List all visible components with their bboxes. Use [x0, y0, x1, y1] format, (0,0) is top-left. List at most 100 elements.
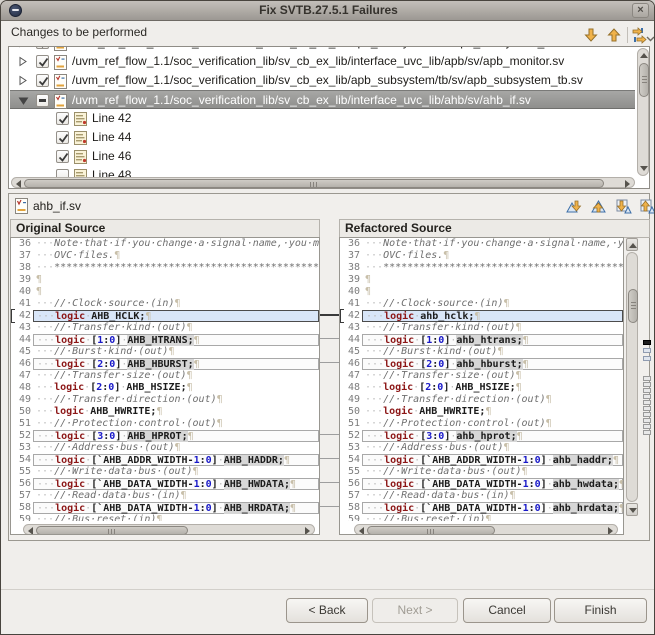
- dropdown-chevron-icon: [646, 36, 654, 42]
- move-up-icon: [607, 28, 621, 42]
- tree-row-line[interactable]: Line 44: [10, 128, 635, 147]
- code-line: 47 ···//·Transfer·size·(out)¶: [11, 370, 319, 382]
- overview-diff-mark[interactable]: [643, 430, 651, 435]
- checkbox-off[interactable]: [56, 169, 69, 177]
- code-line: 49 ···//·Transfer·direction·(out)¶: [340, 394, 623, 406]
- tree-row-file[interactable]: /uvm_ref_flow_1.1/soc_verification_lib/s…: [10, 90, 635, 109]
- tree-row-label: Line 42: [92, 111, 132, 125]
- tree-row-file[interactable]: /uvm_ref_flow_1.1/soc_verification_lib/s…: [10, 71, 635, 90]
- code-line: 48 ···logic·[2:0]·AHB_HSIZE;¶: [340, 382, 623, 394]
- line-number: 41: [18, 298, 31, 309]
- code-line: 46 ···logic·[2:0]·ahb_hburst;¶: [340, 358, 623, 370]
- line-number: 37: [18, 250, 31, 261]
- tree-row-label: Line 48: [92, 168, 132, 177]
- copy-previous-change-button[interactable]: [639, 198, 654, 216]
- compare-vscrollbar[interactable]: [625, 238, 639, 516]
- expander-collapsed-icon[interactable]: [18, 47, 28, 48]
- tree-row-line[interactable]: Line 48: [10, 166, 635, 177]
- original-source-header: Original Source: [10, 219, 320, 238]
- overview-diff-mark[interactable]: [643, 348, 651, 353]
- line-number: 52: [18, 430, 31, 441]
- move-down-icon: [584, 28, 598, 42]
- scroll-right-icon[interactable]: [625, 179, 630, 188]
- overview-diff-mark[interactable]: [643, 394, 651, 399]
- titlebar[interactable]: Fix SVTB.27.5.1 Failures ×: [1, 1, 654, 21]
- next-difference-button[interactable]: [565, 198, 583, 216]
- code-line: 55 ···//·Write·data·bus·(out)¶: [11, 466, 319, 478]
- overview-diff-mark[interactable]: [643, 406, 651, 411]
- previous-difference-button[interactable]: [590, 198, 608, 216]
- move-up-button[interactable]: [605, 26, 623, 44]
- code-line: 52 ···logic·[3:0]·ahb_hprot;¶: [340, 430, 623, 442]
- overview-diff-mark[interactable]: [643, 412, 651, 417]
- code-line: 43 ···//·Transfer·kind·(out)¶: [340, 322, 623, 334]
- scroll-up-button[interactable]: [626, 238, 638, 251]
- line-number: 46: [347, 358, 360, 369]
- code-line: 50 ···logic·AHB_HWRITE;¶: [11, 406, 319, 418]
- overview-diff-mark[interactable]: [643, 388, 651, 393]
- overview-diff-mark[interactable]: [643, 424, 651, 429]
- code-line: 41 ···//·Clock·source·(in)¶: [11, 298, 319, 310]
- code-line: 57 ···//·Read·data·bus·(in)¶: [340, 490, 623, 502]
- scroll-left-icon[interactable]: [16, 179, 21, 188]
- scroll-up-icon[interactable]: [639, 53, 648, 58]
- original-hscrollbar[interactable]: [23, 524, 315, 534]
- overview-diff-mark[interactable]: [643, 376, 651, 381]
- move-down-button[interactable]: [582, 26, 600, 44]
- copy-next-change-icon: [616, 199, 632, 214]
- checkbox-on[interactable]: [36, 55, 49, 68]
- overview-diff-mark[interactable]: [643, 382, 651, 387]
- changes-tree[interactable]: /uvm_ref_flow_1.1/soc_verification_lib/s…: [10, 47, 635, 177]
- tree-row-line[interactable]: Line 46: [10, 147, 635, 166]
- overview-diff-mark[interactable]: [643, 340, 651, 345]
- compare-panel: ahb_if.sv Original Source Refactored Sou…: [8, 193, 654, 541]
- original-source-pane[interactable]: 36 ···Note·that·if·you·change·a·signal·na…: [10, 237, 320, 535]
- tree-row-file[interactable]: /uvm_ref_flow_1.1/soc_verification_lib/s…: [10, 52, 635, 71]
- line-number: 40: [347, 286, 360, 297]
- tree-row-label: Line 44: [92, 130, 132, 144]
- checkbox-on[interactable]: [56, 150, 69, 163]
- refactored-hscrollbar[interactable]: [354, 524, 618, 534]
- tree-row-line[interactable]: Line 42: [10, 109, 635, 128]
- back-button[interactable]: < Back: [286, 598, 368, 623]
- checkbox-partial[interactable]: [36, 94, 49, 107]
- expander-collapsed-icon[interactable]: [18, 75, 28, 86]
- diff-connector-gutter: [320, 237, 339, 520]
- code-line: 58 ···logic·[`AHB_DATA_WIDTH-1:0]·AHB_HRD…: [11, 502, 319, 514]
- refactored-source-pane[interactable]: 36 ···Note·that·if·you·change·a·signal·na…: [339, 237, 624, 535]
- line-number: 56: [18, 478, 31, 489]
- line-number: 44: [347, 334, 360, 345]
- line-number: 53: [18, 442, 31, 453]
- tree-hscrollbar[interactable]: [11, 177, 635, 188]
- expander-expanded-icon[interactable]: [18, 95, 29, 106]
- finish-button[interactable]: Finish: [554, 598, 647, 623]
- changes-panel-label: Changes to be performed: [11, 25, 148, 39]
- diff-overview-ruler[interactable]: [642, 240, 654, 516]
- checkbox-on[interactable]: [36, 74, 49, 87]
- code-line: 43 ···//·Transfer·kind·(out)¶: [11, 322, 319, 334]
- tree-vscrollbar[interactable]: [637, 48, 649, 176]
- line-number: 42: [347, 310, 360, 321]
- next-difference-icon: [566, 200, 582, 213]
- overview-diff-mark[interactable]: [643, 400, 651, 405]
- checkbox-on[interactable]: [56, 131, 69, 144]
- overview-diff-mark[interactable]: [643, 418, 651, 423]
- close-icon: ×: [637, 4, 644, 16]
- scroll-down-button[interactable]: [626, 503, 638, 516]
- checkbox-on[interactable]: [36, 47, 49, 49]
- code-line: 37 ···OVC·files.¶: [11, 250, 319, 262]
- code-line: 40 ¶: [340, 286, 623, 298]
- code-line: 58 ···logic·[`AHB_DATA_WIDTH-1:0]·ahb_hrd…: [340, 502, 623, 514]
- cancel-button[interactable]: Cancel: [463, 598, 551, 623]
- window-close-button[interactable]: ×: [632, 3, 649, 18]
- overview-diff-mark[interactable]: [643, 356, 651, 361]
- refactored-code: 36 ···Note·that·if·you·change·a·signal·na…: [340, 238, 623, 521]
- tree-row-label: /uvm_ref_flow_1.1/soc_verification_lib/s…: [72, 54, 565, 68]
- copy-next-change-button[interactable]: [615, 198, 633, 216]
- expander-collapsed-icon[interactable]: [18, 56, 28, 67]
- line-number: 43: [347, 322, 360, 333]
- code-line: 46 ···logic·[2:0]·AHB_HBURST;¶: [11, 358, 319, 370]
- line-number: 46: [18, 358, 31, 369]
- checkbox-on[interactable]: [56, 112, 69, 125]
- scroll-down-icon[interactable]: [639, 166, 648, 171]
